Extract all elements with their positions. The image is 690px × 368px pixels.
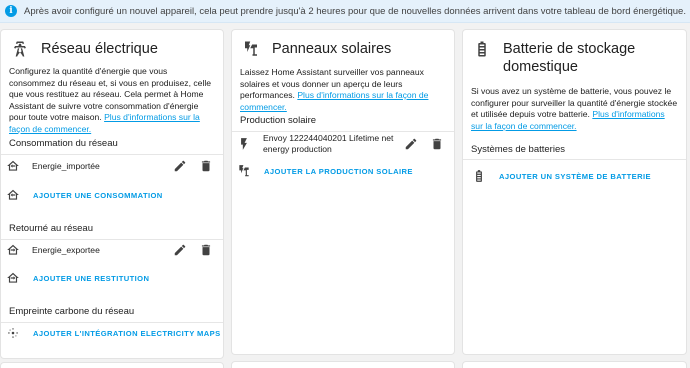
grid-card-description: Configurez la quantité d'énergie que vou…: [1, 66, 223, 135]
battery-card: Batterie de stockage domestique Si vous …: [462, 29, 687, 355]
next-card-stub: [462, 361, 687, 368]
delete-production-trash-icon[interactable]: [430, 137, 444, 151]
edit-return-pencil-icon[interactable]: [173, 243, 187, 257]
edit-consumption-pencil-icon[interactable]: [173, 159, 187, 173]
add-return-button[interactable]: AJOUTER UNE RESTITUTION: [33, 274, 149, 283]
return-row: Energie_exportee: [1, 240, 223, 260]
home-export-icon: [6, 243, 20, 257]
home-import-icon: [6, 159, 20, 173]
battery-systems-section-title: Systèmes de batteries: [471, 144, 565, 155]
carbon-section-title: Empreinte carbone du réseau: [9, 306, 135, 317]
transmission-tower-icon: [11, 40, 29, 58]
add-electricity-maps-button[interactable]: AJOUTER L'INTÉGRATION ELECTRICITY MAPS: [33, 329, 221, 338]
solar-card-header: Panneaux solaires: [232, 30, 454, 58]
add-carbon-row[interactable]: AJOUTER L'INTÉGRATION ELECTRICITY MAPS: [1, 323, 223, 343]
production-item-label: Envoy 122244040201 Lifetime net energy p…: [263, 133, 394, 154]
solar-card: Panneaux solaires Laissez Home Assistant…: [231, 29, 455, 355]
add-return-row[interactable]: AJOUTER UNE RESTITUTION: [1, 268, 223, 288]
home-import-add-icon: [6, 188, 20, 202]
delete-consumption-trash-icon[interactable]: [199, 159, 213, 173]
info-banner: i Après avoir configuré un nouvel appare…: [0, 0, 690, 23]
grid-card-title: Réseau électrique: [41, 41, 158, 57]
add-battery-row[interactable]: AJOUTER UN SYSTÈME DE BATTERIE: [463, 166, 686, 186]
add-consumption-row[interactable]: AJOUTER UNE CONSOMMATION: [1, 185, 223, 205]
flash-icon: [237, 137, 251, 151]
battery-card-header: Batterie de stockage domestique: [463, 30, 686, 76]
grid-card: Réseau électrique Configurez la quantité…: [0, 29, 224, 359]
add-production-row[interactable]: AJOUTER LA PRODUCTION SOLAIRE: [232, 161, 454, 181]
return-section-title: Retourné au réseau: [9, 223, 93, 234]
battery-card-title: Batterie de stockage domestique: [503, 41, 636, 75]
consumption-row: Energie_importée: [1, 156, 223, 176]
battery-icon: [473, 40, 491, 58]
electricity-maps-icon: [6, 326, 20, 340]
battery-card-description: Si vous avez un système de batterie, vou…: [463, 86, 686, 132]
grid-card-header: Réseau électrique: [1, 30, 223, 58]
delete-return-trash-icon[interactable]: [199, 243, 213, 257]
add-solar-production-button[interactable]: AJOUTER LA PRODUCTION SOLAIRE: [264, 167, 413, 176]
consumption-section-title: Consommation du réseau: [9, 138, 118, 149]
next-card-stub: [0, 362, 224, 368]
consumption-item-label: Energie_importée: [32, 160, 100, 171]
production-section-title: Production solaire: [240, 115, 317, 126]
edit-production-pencil-icon[interactable]: [404, 137, 418, 151]
solar-power-add-icon: [237, 164, 251, 178]
banner-text: Après avoir configuré un nouvel appareil…: [24, 5, 686, 17]
return-item-label: Energie_exportee: [32, 244, 100, 255]
production-row: Envoy 122244040201 Lifetime net energy p…: [232, 132, 454, 156]
info-icon: i: [5, 5, 17, 17]
battery-add-icon: [472, 169, 486, 183]
divider: [1, 154, 223, 155]
home-export-add-icon: [6, 271, 20, 285]
add-battery-system-button[interactable]: AJOUTER UN SYSTÈME DE BATTERIE: [499, 172, 651, 181]
divider: [463, 159, 686, 160]
solar-card-description: Laissez Home Assistant surveiller vos pa…: [232, 67, 454, 113]
solar-card-title: Panneaux solaires: [272, 41, 392, 57]
add-consumption-button[interactable]: AJOUTER UNE CONSOMMATION: [33, 191, 163, 200]
next-card-stub: [231, 361, 455, 368]
solar-power-icon: [242, 40, 260, 58]
